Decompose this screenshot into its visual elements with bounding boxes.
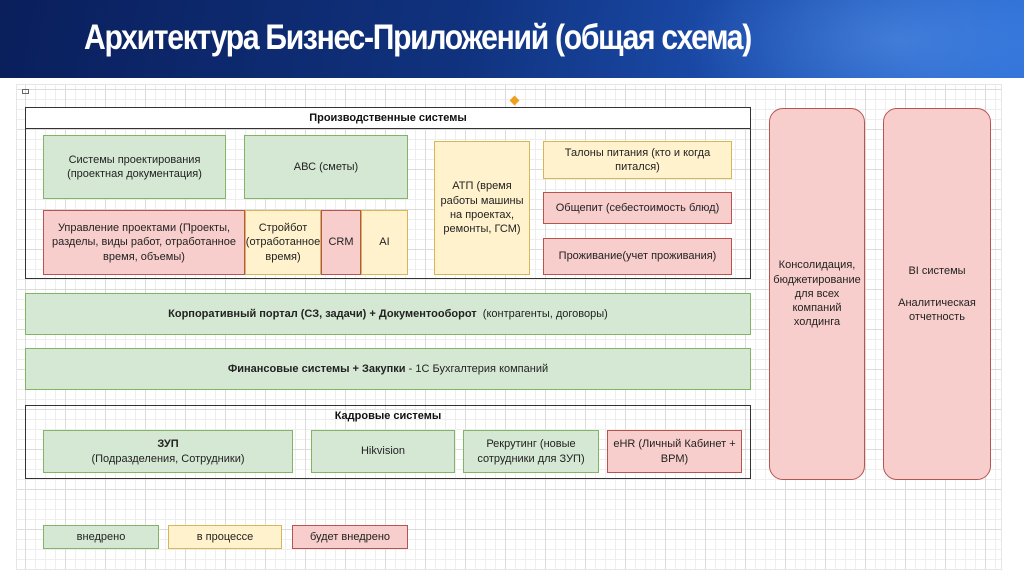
legend-in-progress-label: в процессе: [196, 530, 254, 543]
ehr-label: eHR (Личный Кабинет + ВРМ): [613, 438, 736, 465]
project-management-label: Управление проектами (Проекты, разделы, …: [52, 222, 236, 263]
design-systems-block[interactable]: Системы проектирования (проектная докуме…: [43, 135, 226, 199]
zup-block[interactable]: ЗУП (Подразделения, Сотрудники): [43, 430, 293, 473]
finance-label-normal: - 1С Бухгалтерия компаний: [408, 362, 549, 375]
canvas-menu-icon[interactable]: [22, 89, 29, 94]
consolidation-label: Консолидация, бюджетирование для всех ко…: [773, 259, 861, 329]
stroybot-label: Стройбот (отработанное время): [245, 222, 321, 263]
legend-implemented: внедрено: [43, 525, 159, 549]
stroybot-block[interactable]: Стройбот (отработанное время): [245, 210, 321, 275]
selection-handle-icon[interactable]: [509, 95, 520, 106]
meal-tickets-label: Талоны питания (кто и когда питался): [564, 146, 711, 173]
legend-planned: будет внедрено: [292, 525, 408, 549]
consolidation-block[interactable]: Консолидация, бюджетирование для всех ко…: [769, 108, 865, 480]
ehr-block[interactable]: eHR (Личный Кабинет + ВРМ): [607, 430, 742, 473]
finance-label: Финансовые системы + Закупки - 1С Бухгал…: [228, 362, 548, 376]
recruiting-label: Рекрутинг (новые сотрудники для ЗУП): [477, 438, 585, 465]
portal-label-normal: (контрагенты, договоры): [482, 307, 608, 320]
bi-title: BI системы: [908, 264, 966, 277]
project-management-block[interactable]: Управление проектами (Проекты, разделы, …: [43, 210, 245, 275]
portal-label-bold: Корпоративный портал (СЗ, задачи) + Доку…: [168, 307, 477, 320]
ai-block[interactable]: AI: [361, 210, 408, 275]
atp-block[interactable]: АТП (время работы машины на проектах, ре…: [434, 141, 530, 275]
legend-implemented-label: внедрено: [76, 530, 126, 543]
finance-systems-block[interactable]: Финансовые системы + Закупки - 1С Бухгал…: [25, 348, 751, 390]
accommodation-block[interactable]: Проживание(учет проживания): [543, 238, 732, 275]
accommodation-label: Проживание(учет проживания): [558, 250, 717, 263]
abc-label: АВС (сметы): [293, 160, 359, 173]
ai-label: AI: [379, 236, 390, 249]
slide-header: Архитектура Бизнес-Приложений (общая схе…: [0, 0, 1024, 78]
production-systems-title: Производственные системы: [26, 108, 750, 129]
diagram-canvas[interactable]: Производственные системы Системы проекти…: [16, 84, 1002, 570]
catering-block[interactable]: Общепит (себестоимость блюд): [543, 192, 732, 224]
legend-in-progress: в процессе: [168, 525, 282, 549]
hikvision-label: Hikvision: [360, 445, 405, 458]
corporate-portal-block[interactable]: Корпоративный портал (СЗ, задачи) + Доку…: [25, 293, 751, 335]
zup-title: ЗУП: [157, 438, 179, 451]
atp-label: АТП (время работы машины на проектах, ре…: [440, 180, 524, 236]
hr-systems-title: Кадровые системы: [334, 410, 442, 422]
design-systems-label: Системы проектирования (проектная докуме…: [67, 153, 202, 180]
finance-label-bold: Финансовые системы + Закупки: [227, 362, 406, 375]
hikvision-block[interactable]: Hikvision: [311, 430, 455, 473]
crm-label: CRM: [328, 236, 354, 249]
crm-block[interactable]: CRM: [321, 210, 361, 275]
bi-subtitle: Аналитическая отчетность: [898, 296, 976, 324]
slide-title: Архитектура Бизнес-Приложений (общая схе…: [84, 18, 752, 57]
zup-subtitle: (Подразделения, Сотрудники): [91, 452, 245, 465]
meal-tickets-block[interactable]: Талоны питания (кто и когда питался): [543, 141, 732, 179]
legend-planned-label: будет внедрено: [309, 530, 391, 543]
portal-label: Корпоративный портал (СЗ, задачи) + Доку…: [168, 307, 608, 321]
recruiting-block[interactable]: Рекрутинг (новые сотрудники для ЗУП): [463, 430, 599, 473]
abc-block[interactable]: АВС (сметы): [244, 135, 408, 199]
bi-systems-block[interactable]: BI системы Аналитическая отчетность: [883, 108, 991, 480]
catering-label: Общепит (себестоимость блюд): [555, 201, 720, 214]
